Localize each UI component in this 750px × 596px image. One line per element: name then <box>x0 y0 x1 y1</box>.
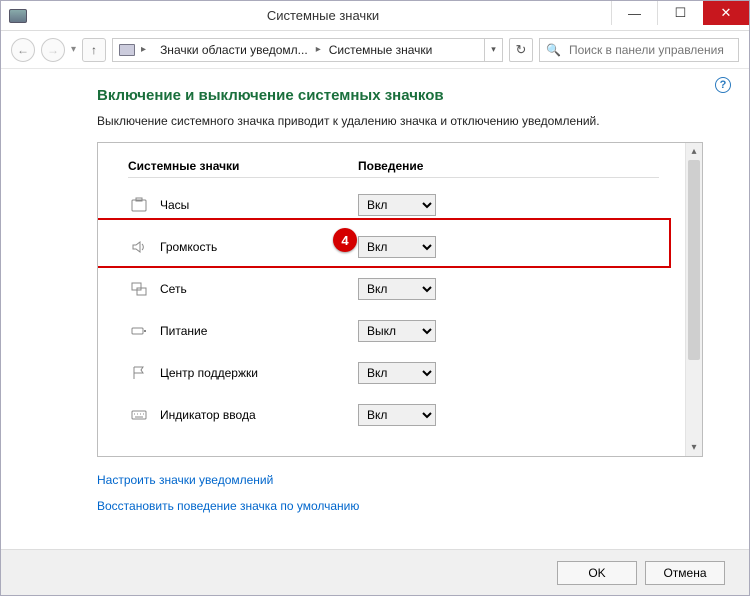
titlebar: Системные значки — ☐ ✕ <box>1 1 749 31</box>
search-box[interactable]: 🔍 <box>539 38 739 62</box>
forward-button[interactable]: → <box>41 38 65 62</box>
page-heading: Включение и выключение системных значков <box>97 87 713 104</box>
row-label: Сеть <box>160 282 358 296</box>
help-icon[interactable]: ? <box>715 77 731 93</box>
search-input[interactable] <box>567 42 732 58</box>
row-label: Центр поддержки <box>160 366 358 380</box>
power-icon <box>128 323 150 339</box>
address-dropdown[interactable]: ▾ <box>484 39 502 61</box>
column-header-behavior: Поведение <box>358 159 498 173</box>
app-icon <box>9 9 27 23</box>
row-label: Громкость <box>160 240 358 254</box>
flag-icon <box>128 365 150 381</box>
row-volume: Громкость Вкл <box>128 226 675 268</box>
navbar: ← → ▾ ↑ ▸ Значки области уведомл... ▸ Си… <box>1 31 749 69</box>
ok-button[interactable]: OK <box>557 561 637 585</box>
row-label: Питание <box>160 324 358 338</box>
search-icon: 🔍 <box>546 43 561 57</box>
minimize-button[interactable]: — <box>611 1 657 25</box>
link-customize-icons[interactable]: Настроить значки уведомлений <box>97 473 713 487</box>
page-description: Выключение системного значка приводит к … <box>97 114 713 128</box>
behavior-select-network[interactable]: Вкл <box>358 278 436 300</box>
maximize-button[interactable]: ☐ <box>657 1 703 25</box>
address-bar[interactable]: ▸ Значки области уведомл... ▸ Системные … <box>112 38 503 62</box>
cancel-button[interactable]: Отмена <box>645 561 725 585</box>
scroll-thumb[interactable] <box>688 160 700 360</box>
behavior-select-power[interactable]: Выкл <box>358 320 436 342</box>
row-power: Питание Выкл <box>128 310 675 352</box>
clock-icon <box>128 197 150 213</box>
up-button[interactable]: ↑ <box>82 38 106 62</box>
control-panel-icon <box>119 44 135 56</box>
breadcrumb-notification-icons[interactable]: Значки области уведомл... <box>154 43 314 57</box>
row-label: Индикатор ввода <box>160 408 358 422</box>
back-button[interactable]: ← <box>11 38 35 62</box>
history-dropdown[interactable]: ▾ <box>71 44 76 55</box>
behavior-select-volume[interactable]: Вкл <box>358 236 436 258</box>
behavior-select-input[interactable]: Вкл <box>358 404 436 426</box>
refresh-button[interactable]: ↻ <box>509 38 533 62</box>
behavior-select-action-center[interactable]: Вкл <box>358 362 436 384</box>
row-clock: Часы Вкл <box>128 184 675 226</box>
link-restore-defaults[interactable]: Восстановить поведение значка по умолчан… <box>97 499 713 513</box>
volume-icon <box>128 239 150 255</box>
footer: OK Отмена <box>1 549 749 595</box>
scrollbar[interactable]: ▴ ▾ <box>685 143 702 456</box>
scroll-up-icon[interactable]: ▴ <box>686 143 702 160</box>
row-action-center: Центр поддержки Вкл <box>128 352 675 394</box>
row-input-indicator: Индикатор ввода Вкл <box>128 394 675 436</box>
scroll-down-icon[interactable]: ▾ <box>686 439 702 456</box>
close-button[interactable]: ✕ <box>703 1 749 25</box>
column-header-icons: Системные значки <box>128 159 358 173</box>
network-icon <box>128 281 150 297</box>
window-title: Системные значки <box>35 8 611 23</box>
row-label: Часы <box>160 198 358 212</box>
row-network: Сеть Вкл <box>128 268 675 310</box>
keyboard-icon <box>128 407 150 423</box>
chevron-right-icon: ▸ <box>314 44 323 55</box>
step-badge: 4 <box>333 228 357 252</box>
breadcrumb-system-icons[interactable]: Системные значки <box>323 43 439 57</box>
icons-panel: ▴ ▾ Системные значки Поведение 4 Часы Вк… <box>97 142 703 457</box>
behavior-select-clock[interactable]: Вкл <box>358 194 436 216</box>
